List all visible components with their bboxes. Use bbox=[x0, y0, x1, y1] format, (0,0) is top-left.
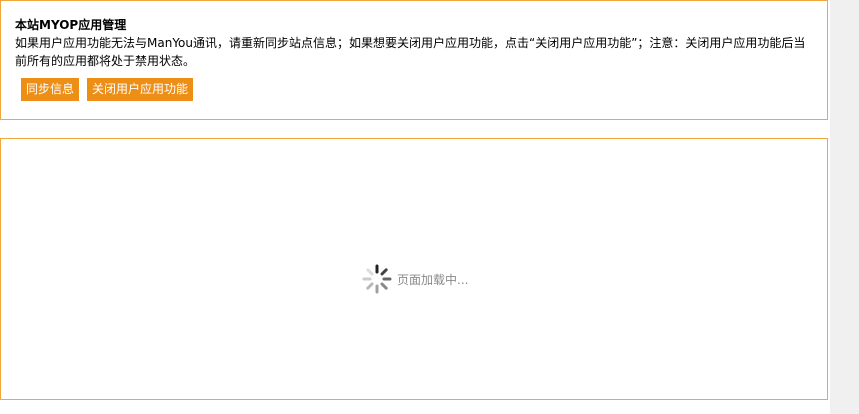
scrollbar-track[interactable] bbox=[830, 0, 859, 414]
panel-description: 如果用户应用功能无法与ManYou通讯，请重新同步站点信息；如果想要关闭用户应用… bbox=[15, 36, 806, 68]
button-row: 同步信息 关闭用户应用功能 bbox=[15, 78, 813, 101]
spinner-icon bbox=[362, 264, 392, 294]
loading-indicator: 页面加载中... bbox=[361, 263, 468, 295]
page: 本站MYOP应用管理 如果用户应用功能无法与ManYou通讯，请重新同步站点信息… bbox=[0, 0, 859, 414]
myop-management-panel: 本站MYOP应用管理 如果用户应用功能无法与ManYou通讯，请重新同步站点信息… bbox=[0, 0, 828, 120]
sync-info-button[interactable]: 同步信息 bbox=[21, 78, 80, 101]
panel-title: 本站MYOP应用管理 bbox=[15, 18, 127, 32]
content-frame: 页面加载中... bbox=[0, 138, 828, 400]
close-user-apps-button[interactable]: 关闭用户应用功能 bbox=[87, 78, 194, 101]
loading-text: 页面加载中... bbox=[397, 272, 469, 287]
